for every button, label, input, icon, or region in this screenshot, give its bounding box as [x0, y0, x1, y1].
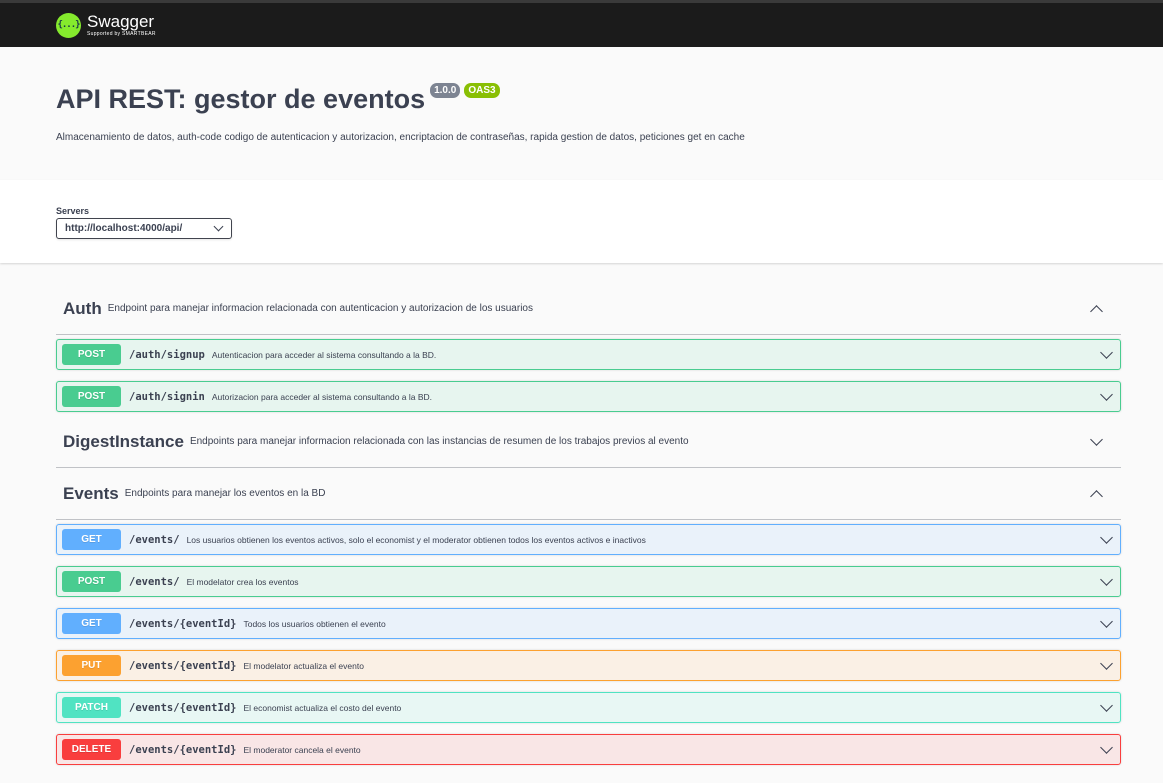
chevron-up-icon[interactable] — [1090, 304, 1103, 318]
operation-path: /events/{eventId} — [129, 659, 237, 672]
operation-summary: El economist actualiza el costo del even… — [243, 702, 402, 713]
chevron-down-icon[interactable] — [1100, 656, 1113, 670]
operation-post-events[interactable]: POST /events/ El modelator crea los even… — [56, 566, 1121, 597]
operation-summary: El moderator cancela el evento — [243, 744, 361, 755]
topbar: {...} Swagger Supported by SMARTBEAR — [0, 0, 1163, 47]
operation-path: /events/{eventId} — [129, 701, 237, 714]
method-badge: PATCH — [62, 697, 121, 718]
method-badge: GET — [62, 613, 121, 634]
operation-path: /events/{eventId} — [129, 743, 237, 756]
logo-title: Swagger — [87, 12, 155, 31]
api-title: API REST: gestor de eventos — [56, 84, 426, 114]
chevron-down-icon[interactable] — [1100, 345, 1113, 359]
chevron-down-icon[interactable] — [1100, 740, 1113, 754]
servers-select[interactable]: http://localhost:4000/api/ — [56, 218, 232, 239]
operation-put-event-by-id[interactable]: PUT /events/{eventId} El modelator actua… — [56, 650, 1121, 681]
operation-delete-event-by-id[interactable]: DELETE /events/{eventId} El moderator ca… — [56, 734, 1121, 765]
operation-post-auth-signup[interactable]: POST /auth/signup Autenticacion para acc… — [56, 339, 1121, 370]
chevron-down-icon[interactable] — [1100, 698, 1113, 712]
chevron-down-icon[interactable] — [1100, 572, 1113, 586]
method-badge: POST — [62, 344, 121, 365]
chevron-down-icon[interactable] — [1100, 614, 1113, 628]
tag-auth-operations: POST /auth/signup Autenticacion para acc… — [56, 335, 1121, 416]
operation-summary: Autorizacion para acceder al sistema con… — [211, 391, 433, 402]
operation-path: /auth/signup — [129, 348, 205, 361]
operation-post-auth-signin[interactable]: POST /auth/signin Autorizacion para acce… — [56, 381, 1121, 412]
operation-path: /events/{eventId} — [129, 617, 237, 630]
api-info: API REST: gestor de eventos 1.0.0 OAS3 A… — [0, 47, 1163, 180]
tag-events[interactable]: Events Endpoints para manejar los evento… — [56, 468, 1121, 520]
operations-wrapper: Auth Endpoint para manejar informacion r… — [0, 263, 1163, 769]
servers-selected-value: http://localhost:4000/api/ — [65, 223, 183, 234]
method-badge: POST — [62, 386, 121, 407]
title-row: API REST: gestor de eventos 1.0.0 OAS3 — [56, 83, 1107, 115]
servers-label: Servers — [56, 206, 90, 216]
tag-name: Auth — [63, 298, 102, 318]
operation-patch-event-by-id[interactable]: PATCH /events/{eventId} El economist act… — [56, 692, 1121, 723]
operation-path: /events/ — [129, 575, 180, 588]
tag-name: DigestInstance — [63, 431, 184, 451]
chevron-up-icon[interactable] — [1090, 489, 1103, 503]
operation-summary: El modelator crea los eventos — [186, 576, 299, 587]
tag-description: Endpoints para manejar los eventos en la… — [124, 488, 326, 499]
method-badge: PUT — [62, 655, 121, 676]
logo-subtitle: Supported by SMARTBEAR — [87, 31, 156, 37]
swagger-logo-icon: {...} — [56, 12, 81, 38]
operation-path: /events/ — [129, 533, 180, 546]
oas-badge: OAS3 — [464, 83, 500, 98]
logo-text: Swagger Supported by SMARTBEAR — [87, 13, 156, 37]
tag-digestinstance[interactable]: DigestInstance Endpoints para manejar in… — [56, 416, 1121, 468]
operation-path: /auth/signin — [129, 390, 205, 403]
operation-summary: Autenticacion para acceder al sistema co… — [211, 349, 437, 360]
tag-events-operations: GET /events/ Los usuarios obtienen los e… — [56, 520, 1121, 769]
chevron-down-icon — [213, 221, 224, 232]
operation-summary: Los usuarios obtienen los eventos activo… — [186, 534, 646, 545]
method-badge: GET — [62, 529, 121, 550]
operation-get-events[interactable]: GET /events/ Los usuarios obtienen los e… — [56, 524, 1121, 555]
method-badge: POST — [62, 571, 121, 592]
tag-description: Endpoints para manejar informacion relac… — [189, 436, 689, 447]
api-description: Almacenamiento de datos, auth-code codig… — [56, 132, 745, 143]
operation-summary: El modelator actualiza el evento — [243, 660, 364, 671]
servers-section: Servers http://localhost:4000/api/ — [0, 180, 1163, 263]
method-badge: DELETE — [62, 739, 121, 760]
chevron-down-icon[interactable] — [1090, 432, 1103, 446]
tag-description: Endpoint para manejar informacion relaci… — [107, 303, 533, 314]
swagger-logo-link[interactable]: {...} Swagger Supported by SMARTBEAR — [56, 12, 156, 38]
chevron-down-icon[interactable] — [1100, 387, 1113, 401]
operation-summary: Todos los usuarios obtienen el evento — [243, 618, 386, 629]
version-badge: 1.0.0 — [430, 83, 461, 98]
tag-auth[interactable]: Auth Endpoint para manejar informacion r… — [56, 283, 1121, 335]
operation-get-event-by-id[interactable]: GET /events/{eventId} Todos los usuarios… — [56, 608, 1121, 639]
chevron-down-icon[interactable] — [1100, 530, 1113, 544]
tag-name: Events — [63, 483, 119, 503]
